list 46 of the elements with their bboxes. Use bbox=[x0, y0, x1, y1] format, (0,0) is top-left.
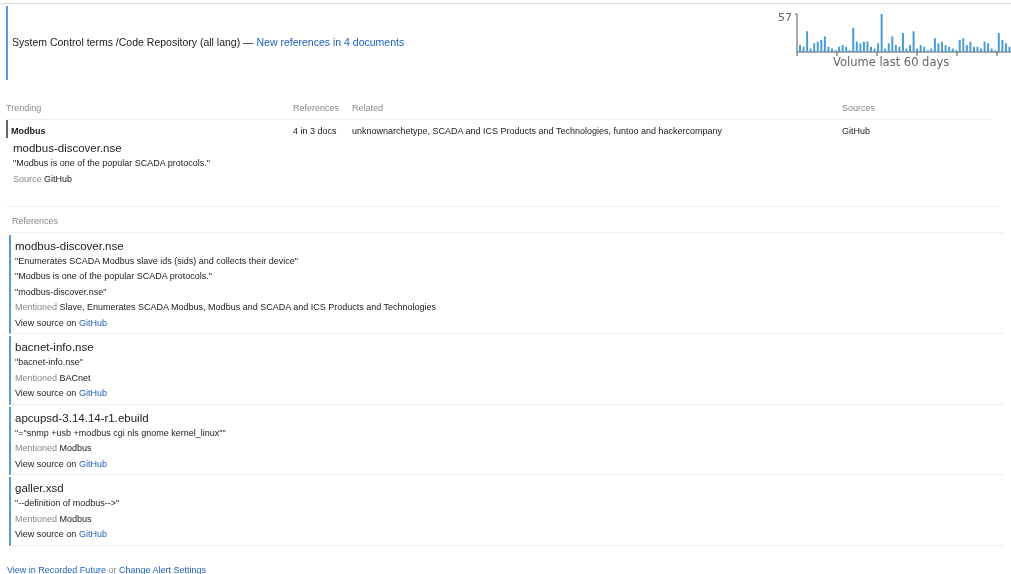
view-source-text: View source on GitHub bbox=[15, 317, 107, 328]
github-link[interactable]: GitHub bbox=[78, 458, 107, 469]
view-source-text: View source on GitHub bbox=[15, 458, 107, 469]
quote-text: "--definition of modbus-->" bbox=[15, 497, 121, 510]
references-link[interactable]: New references in 4 documents bbox=[256, 36, 405, 49]
mentioned-label: Mentioned bbox=[15, 443, 58, 453]
quote-text: "modbus-discover.nse" bbox=[15, 285, 108, 299]
reference-count: 4 in 3 docs bbox=[293, 124, 338, 138]
github-link[interactable]: GitHub bbox=[78, 388, 107, 398]
recorded-future-link[interactable]: View in Recorded Future bbox=[7, 564, 106, 574]
quote-text: "Modbus is one of the popular SCADA protocols." bbox=[15, 270, 213, 283]
view-source-text: View source on GitHub bbox=[15, 529, 107, 539]
mentioned-label: Mentioned bbox=[15, 302, 58, 312]
view-source-text: View source on GitHub bbox=[15, 388, 107, 398]
column-header: Sources bbox=[842, 99, 992, 120]
mentioned-entities: BACnet bbox=[59, 372, 91, 383]
quote-text: "bacnet-info.nse" bbox=[15, 356, 84, 369]
alert-title: System Control terms /Code Repository (all lang) — New references in 4 documents bbox=[12, 35, 405, 51]
column-header: Related bbox=[352, 99, 842, 120]
github-link[interactable]: GitHub bbox=[78, 317, 107, 328]
source-label: Source bbox=[13, 173, 42, 184]
footer-text: View in Recorded Future or Change Alert Settings bbox=[7, 564, 206, 574]
alert-settings-link[interactable]: Change Alert Settings bbox=[118, 564, 206, 574]
mentioned-entities: Modbus bbox=[59, 443, 92, 453]
mentioned-label: Mentioned bbox=[15, 513, 58, 524]
column-header: Trending bbox=[6, 99, 293, 120]
column-header: References bbox=[293, 99, 352, 120]
document-title: apcupsd-3.14.14-r1.ebuild bbox=[15, 410, 150, 426]
quote-text: "="snmp +usb +modbus cgi nls gnome kernel_linux"" bbox=[15, 426, 227, 440]
source-name: GitHub bbox=[44, 173, 73, 184]
related-terms: unknownarchetype, SCADA and ICS Products and Technologies, funtoo and hackercompany bbox=[352, 124, 724, 138]
mentioned-label: Mentioned bbox=[15, 372, 58, 383]
source-name: GitHub bbox=[842, 124, 871, 138]
section-label: References bbox=[6, 207, 1003, 233]
mentioned-entities: Modbus bbox=[59, 513, 92, 524]
chart-caption: Volume last 60 days bbox=[833, 54, 950, 71]
quote-text: "Enumerates SCADA Modbus slave ids (sids) and collects their device" bbox=[15, 254, 299, 268]
document-title: modbus-discover.nse bbox=[13, 141, 123, 156]
document-title: modbus-discover.nse bbox=[15, 238, 125, 254]
axis-max-label: 57 bbox=[777, 10, 792, 26]
github-link[interactable]: GitHub bbox=[78, 529, 107, 539]
mentioned-entities: Slave, Enumerates SCADA Modbus, Modbus and SCADA and ICS Products and Technologies bbox=[59, 302, 437, 312]
trending-term: Modbus bbox=[6, 119, 293, 138]
quote-text: "Modbus is one of the popular SCADA protocols." bbox=[13, 157, 211, 170]
document-title: galler.xsd bbox=[15, 481, 65, 496]
document-title: bacnet-info.nse bbox=[15, 340, 95, 355]
